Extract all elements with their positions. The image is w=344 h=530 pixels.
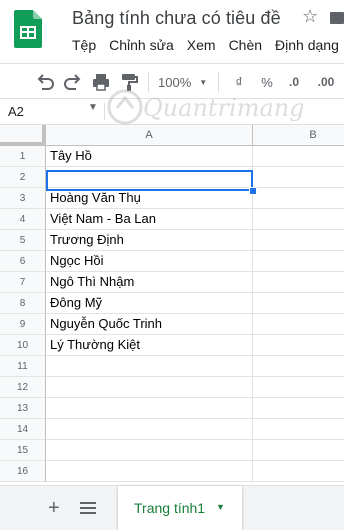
menu-format[interactable]: Định dạng (275, 37, 339, 53)
cell-b[interactable] (253, 209, 344, 230)
percent-label: % (261, 74, 273, 90)
cell-b[interactable] (253, 146, 344, 167)
name-box[interactable]: A2 (8, 104, 24, 119)
cell-b[interactable] (253, 230, 344, 251)
row-header[interactable]: 12 (0, 377, 46, 398)
cell-a[interactable]: Hoàng Văn Thụ (46, 188, 253, 209)
cell-b[interactable] (253, 419, 344, 440)
toolbar: 100% ▼ ₫ % .0 .00 (0, 63, 344, 99)
row-header[interactable]: 14 (0, 419, 46, 440)
cell-a[interactable]: Trương Định (46, 230, 253, 251)
row-header[interactable]: 1 (0, 146, 46, 167)
menu-insert[interactable]: Chèn (229, 37, 262, 53)
column-header-b[interactable]: B (253, 125, 344, 146)
row-header[interactable]: 3 (0, 188, 46, 209)
app-header: Bảng tính chưa có tiêu đề ☆ Tệp Chỉnh sửa… (0, 0, 344, 63)
currency-label: ₫ (235, 74, 243, 90)
folder-icon[interactable] (330, 6, 344, 28)
cell-a[interactable] (46, 440, 253, 461)
cell-b[interactable] (253, 293, 344, 314)
cell-a[interactable] (46, 377, 253, 398)
zoom-value: 100% (158, 74, 192, 90)
cell-a[interactable] (46, 398, 253, 419)
increase-decimal-button[interactable]: .00 (312, 71, 340, 93)
zoom-select[interactable]: 100% ▼ (158, 71, 208, 93)
currency-format-button[interactable]: ₫ (230, 71, 248, 93)
increase-decimal-label: .00 (317, 75, 335, 89)
cell-a[interactable]: Ngô Thì Nhậm (46, 272, 253, 293)
cell-b[interactable] (253, 251, 344, 272)
row-header[interactable]: 2 (0, 167, 46, 188)
cell-a[interactable] (46, 461, 253, 482)
paint-format-icon[interactable] (118, 71, 140, 93)
formula-bar: A2 ▼ (0, 99, 344, 125)
chevron-down-icon[interactable]: ▼ (88, 102, 98, 113)
row-header[interactable]: 7 (0, 272, 46, 293)
row-header[interactable]: 6 (0, 251, 46, 272)
row-header[interactable]: 10 (0, 335, 46, 356)
formula-bar-divider (104, 103, 105, 120)
decrease-decimal-button[interactable]: .0 (284, 71, 304, 93)
chevron-down-icon: ▼ (199, 77, 208, 87)
undo-icon[interactable] (34, 71, 56, 93)
row-header[interactable]: 15 (0, 440, 46, 461)
sheet-tab-bar: + Trang tính1 ▼ (0, 485, 344, 530)
cell-a[interactable]: Nguyễn Quốc Trinh (46, 314, 253, 335)
toolbar-divider (218, 72, 219, 92)
cell-a[interactable]: Lý Thường Kiệt (46, 335, 253, 356)
row-header[interactable]: 11 (0, 356, 46, 377)
row-header[interactable]: 5 (0, 230, 46, 251)
cell-b[interactable] (253, 461, 344, 482)
document-title[interactable]: Bảng tính chưa có tiêu đề (72, 8, 281, 29)
row-header[interactable]: 16 (0, 461, 46, 482)
decrease-decimal-label: .0 (288, 75, 299, 89)
cell-b[interactable] (253, 314, 344, 335)
cell-b[interactable] (253, 272, 344, 293)
sheet-tab-active[interactable]: Trang tính1 ▼ (118, 486, 242, 530)
cell-a[interactable]: Đông Mỹ (46, 293, 253, 314)
row-header[interactable]: 9 (0, 314, 46, 335)
add-sheet-button[interactable]: + (48, 497, 60, 520)
print-icon[interactable] (90, 71, 112, 93)
cell-a[interactable]: Việt Nam - Ba Lan (46, 209, 253, 230)
cell-b[interactable] (253, 167, 344, 188)
cell-b[interactable] (253, 398, 344, 419)
toolbar-divider (148, 72, 149, 92)
select-all-corner[interactable] (0, 125, 46, 146)
cell-selection (46, 170, 253, 191)
sheet-tab-label: Trang tính1 (134, 500, 206, 516)
cell-a[interactable]: Ngọc Hồi (46, 251, 253, 272)
chevron-down-icon[interactable]: ▼ (216, 502, 225, 512)
menu-view[interactable]: Xem (187, 37, 216, 53)
cell-b[interactable] (253, 335, 344, 356)
cell-a[interactable] (46, 419, 253, 440)
redo-icon[interactable] (62, 71, 84, 93)
cell-b[interactable] (253, 188, 344, 209)
cell-a[interactable]: Tây Hồ (46, 146, 253, 167)
cell-a[interactable] (46, 356, 253, 377)
row-header[interactable]: 13 (0, 398, 46, 419)
fill-handle[interactable] (249, 187, 257, 195)
cell-b[interactable] (253, 440, 344, 461)
cell-b[interactable] (253, 377, 344, 398)
cell-b[interactable] (253, 356, 344, 377)
menu-edit[interactable]: Chỉnh sửa (109, 37, 174, 53)
spreadsheet-grid: A B 1 Tây Hồ 2 3 Hoàng Văn Thụ 4 Việt Nam - Ba… (0, 125, 344, 485)
row-header[interactable]: 8 (0, 293, 46, 314)
menu-icon[interactable] (80, 501, 96, 515)
percent-format-button[interactable]: % (258, 71, 276, 93)
star-icon[interactable]: ☆ (302, 6, 318, 27)
row-header[interactable]: 4 (0, 209, 46, 230)
sheets-logo-icon[interactable] (14, 10, 42, 48)
column-header-a[interactable]: A (46, 125, 253, 146)
menu-file[interactable]: Tệp (72, 37, 96, 53)
menu-bar: Tệp Chỉnh sửa Xem Chèn Định dạng (72, 37, 344, 53)
